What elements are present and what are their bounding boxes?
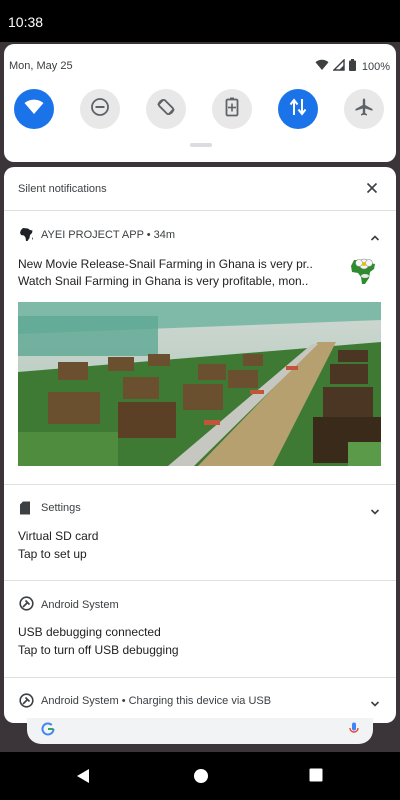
status-bar: 10:38 [0, 0, 400, 42]
app-logo-thumbnail [348, 254, 380, 286]
tile-wifi[interactable] [14, 89, 54, 129]
notification-usb-debugging[interactable]: Android System USB debugging connected T… [4, 581, 396, 678]
back-icon[interactable] [76, 768, 90, 789]
battery-saver-icon [225, 97, 239, 122]
chevron-down-icon[interactable] [370, 695, 380, 713]
notification-shade: Silent notifications AYEI PROJECT APP • … [4, 167, 396, 723]
android-system-icon [19, 596, 34, 616]
notification-ayei[interactable]: AYEI PROJECT APP • 34m New Movie Release… [4, 212, 396, 485]
qs-date: Mon, May 25 [9, 60, 73, 72]
minus-circle-icon [90, 97, 110, 122]
google-g-icon [41, 722, 55, 741]
android-system-icon [19, 693, 34, 713]
airplane-icon [354, 97, 374, 122]
quick-tiles [14, 89, 386, 129]
notification-title: Virtual SD card [18, 529, 99, 543]
tile-airplane-mode[interactable] [344, 89, 384, 129]
notification-title: New Movie Release-Snail Farming in Ghana… [18, 257, 313, 271]
sd-card-icon [19, 501, 31, 520]
app-name: AYEI PROJECT APP • 34m [41, 229, 176, 241]
rotate-icon [156, 97, 176, 122]
tile-do-not-disturb[interactable] [80, 89, 120, 129]
notification-text: Tap to turn off USB debugging [18, 643, 179, 657]
notification-image [18, 302, 381, 466]
tile-auto-rotate[interactable] [146, 89, 186, 129]
chevron-down-icon[interactable] [370, 503, 380, 521]
app-name: Android System [41, 599, 119, 611]
home-search-bar-peek [27, 718, 373, 744]
notification-title: USB debugging connected [18, 625, 161, 639]
notification-usb-charging[interactable]: Android System • Charging this device vi… [4, 678, 396, 723]
notification-text: Tap to set up [18, 547, 87, 561]
status-time: 10:38 [8, 14, 44, 30]
section-title: Silent notifications [18, 183, 107, 195]
mic-icon [349, 722, 359, 741]
close-icon[interactable] [366, 181, 378, 199]
drag-handle[interactable] [190, 143, 212, 147]
battery-percent: 100% [361, 61, 390, 73]
cell-signal-icon [332, 58, 345, 76]
tile-battery-saver[interactable] [212, 89, 252, 129]
notification-settings[interactable]: Settings Virtual SD card Tap to set up [4, 485, 396, 581]
navigation-bar [0, 752, 400, 800]
quick-settings-panel: Mon, May 25 100% [4, 44, 396, 162]
silent-notifications-header: Silent notifications [4, 167, 396, 211]
africa-map-icon [19, 227, 34, 247]
app-name: Settings [41, 502, 81, 514]
home-icon[interactable] [193, 768, 209, 789]
tile-mobile-data[interactable] [278, 89, 318, 129]
recents-icon[interactable] [309, 768, 323, 787]
wifi-signal-icon [315, 58, 329, 76]
battery-icon [348, 58, 356, 76]
chevron-up-icon[interactable] [370, 229, 380, 247]
data-arrows-icon [289, 97, 307, 122]
system-icons: 100% [315, 58, 390, 76]
notification-text: Watch Snail Farming in Ghana is very pro… [18, 274, 309, 288]
app-name: Android System • Charging this device vi… [41, 695, 272, 707]
wifi-icon [24, 99, 44, 120]
